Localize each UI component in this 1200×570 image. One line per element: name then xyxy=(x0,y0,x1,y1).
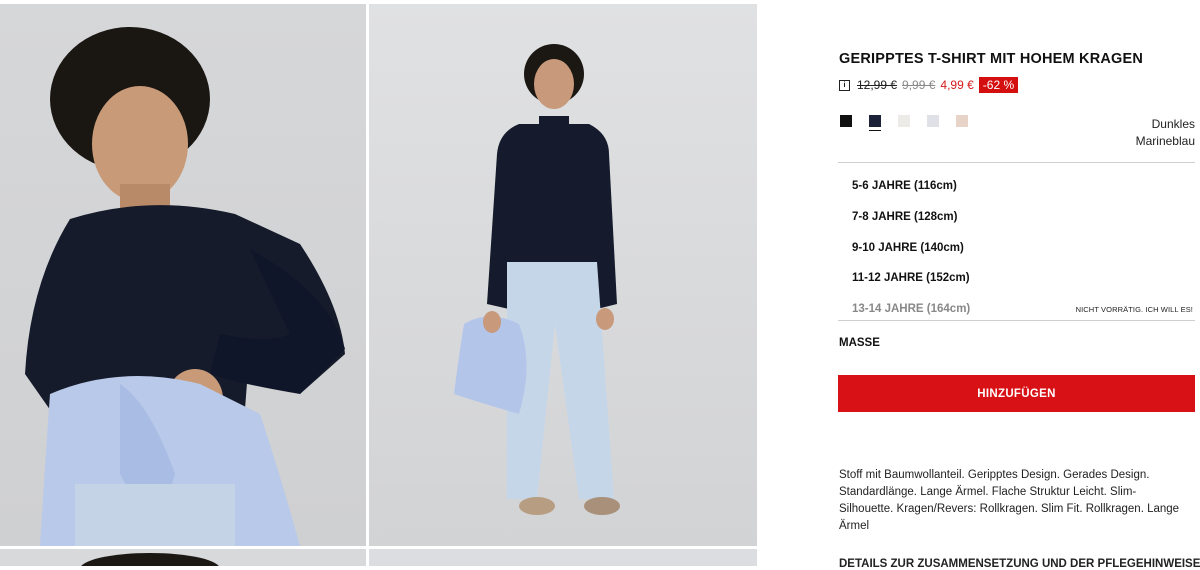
size-option-5-6[interactable]: 5-6 JAHRE (116cm) xyxy=(852,171,1195,202)
size-label: 11-12 JAHRE (152cm) xyxy=(852,272,970,285)
discount-badge: -62 % xyxy=(978,77,1019,93)
size-guide-link[interactable]: MASSE xyxy=(839,337,880,349)
product-gallery xyxy=(0,0,758,566)
current-price: 4,99 € xyxy=(940,78,974,92)
product-title: GERIPPTES T-SHIRT MIT HOHEM KRAGEN xyxy=(839,51,1144,67)
selected-color-name-line2: Marineblau xyxy=(1135,134,1195,148)
size-list: 5-6 JAHRE (116cm) 7-8 JAHRE (128cm) 9-10… xyxy=(852,171,1195,324)
composition-care-link[interactable]: DETAILS ZUR ZUSAMMENSETZUNG UND DER PFLE… xyxy=(839,558,1200,570)
selected-color-name: Dunkles Marineblau xyxy=(1136,116,1195,150)
size-label: 13-14 JAHRE (164cm) xyxy=(852,303,971,316)
product-info-panel: GERIPPTES T-SHIRT MIT HOHEM KRAGEN i 12,… xyxy=(838,0,1200,570)
size-label: 5-6 JAHRE (116cm) xyxy=(852,180,957,193)
previous-price: 9,99 € xyxy=(902,78,936,92)
size-option-7-8[interactable]: 7-8 JAHRE (128cm) xyxy=(852,202,1195,233)
size-label: 7-8 JAHRE (128cm) xyxy=(852,211,958,224)
photo-fullbody-illustration xyxy=(454,44,620,515)
add-to-cart-button[interactable]: HINZUFÜGEN xyxy=(838,375,1195,412)
color-swatches xyxy=(840,115,968,131)
original-price: 12,99 € xyxy=(857,78,898,92)
size-option-9-10[interactable]: 9-10 JAHRE (140cm) xyxy=(852,232,1195,263)
divider xyxy=(838,320,1195,321)
divider xyxy=(838,162,1195,163)
out-of-stock-notify-link[interactable]: NICHT VORRÄTIG. ICH WILL ES! xyxy=(1076,305,1193,314)
size-label: 9-10 JAHRE (140cm) xyxy=(852,241,964,254)
photo-3-illustration xyxy=(81,553,219,566)
photo-closeup-illustration xyxy=(25,27,345,546)
size-option-11-12[interactable]: 11-12 JAHRE (152cm) xyxy=(852,263,1195,294)
color-swatch-black[interactable] xyxy=(840,115,852,127)
price-row: i 12,99 € 9,99 € 4,99 € -62 % xyxy=(839,76,1019,94)
color-swatch-beige-pink[interactable] xyxy=(956,115,968,127)
product-photo-closeup[interactable] xyxy=(0,4,366,546)
product-description: Stoff mit Baumwollanteil. Geripptes Desi… xyxy=(839,469,1180,532)
product-photo-3[interactable] xyxy=(0,549,366,566)
color-swatch-navy[interactable] xyxy=(869,115,881,131)
product-photo-4[interactable] xyxy=(369,549,757,566)
product-photo-fullbody[interactable] xyxy=(369,4,757,546)
selected-color-name-line1: Dunkles xyxy=(1151,117,1195,131)
color-swatch-light-grey-blue[interactable] xyxy=(927,115,939,127)
color-swatch-off-white[interactable] xyxy=(898,115,910,127)
price-info-icon[interactable]: i xyxy=(839,79,850,91)
